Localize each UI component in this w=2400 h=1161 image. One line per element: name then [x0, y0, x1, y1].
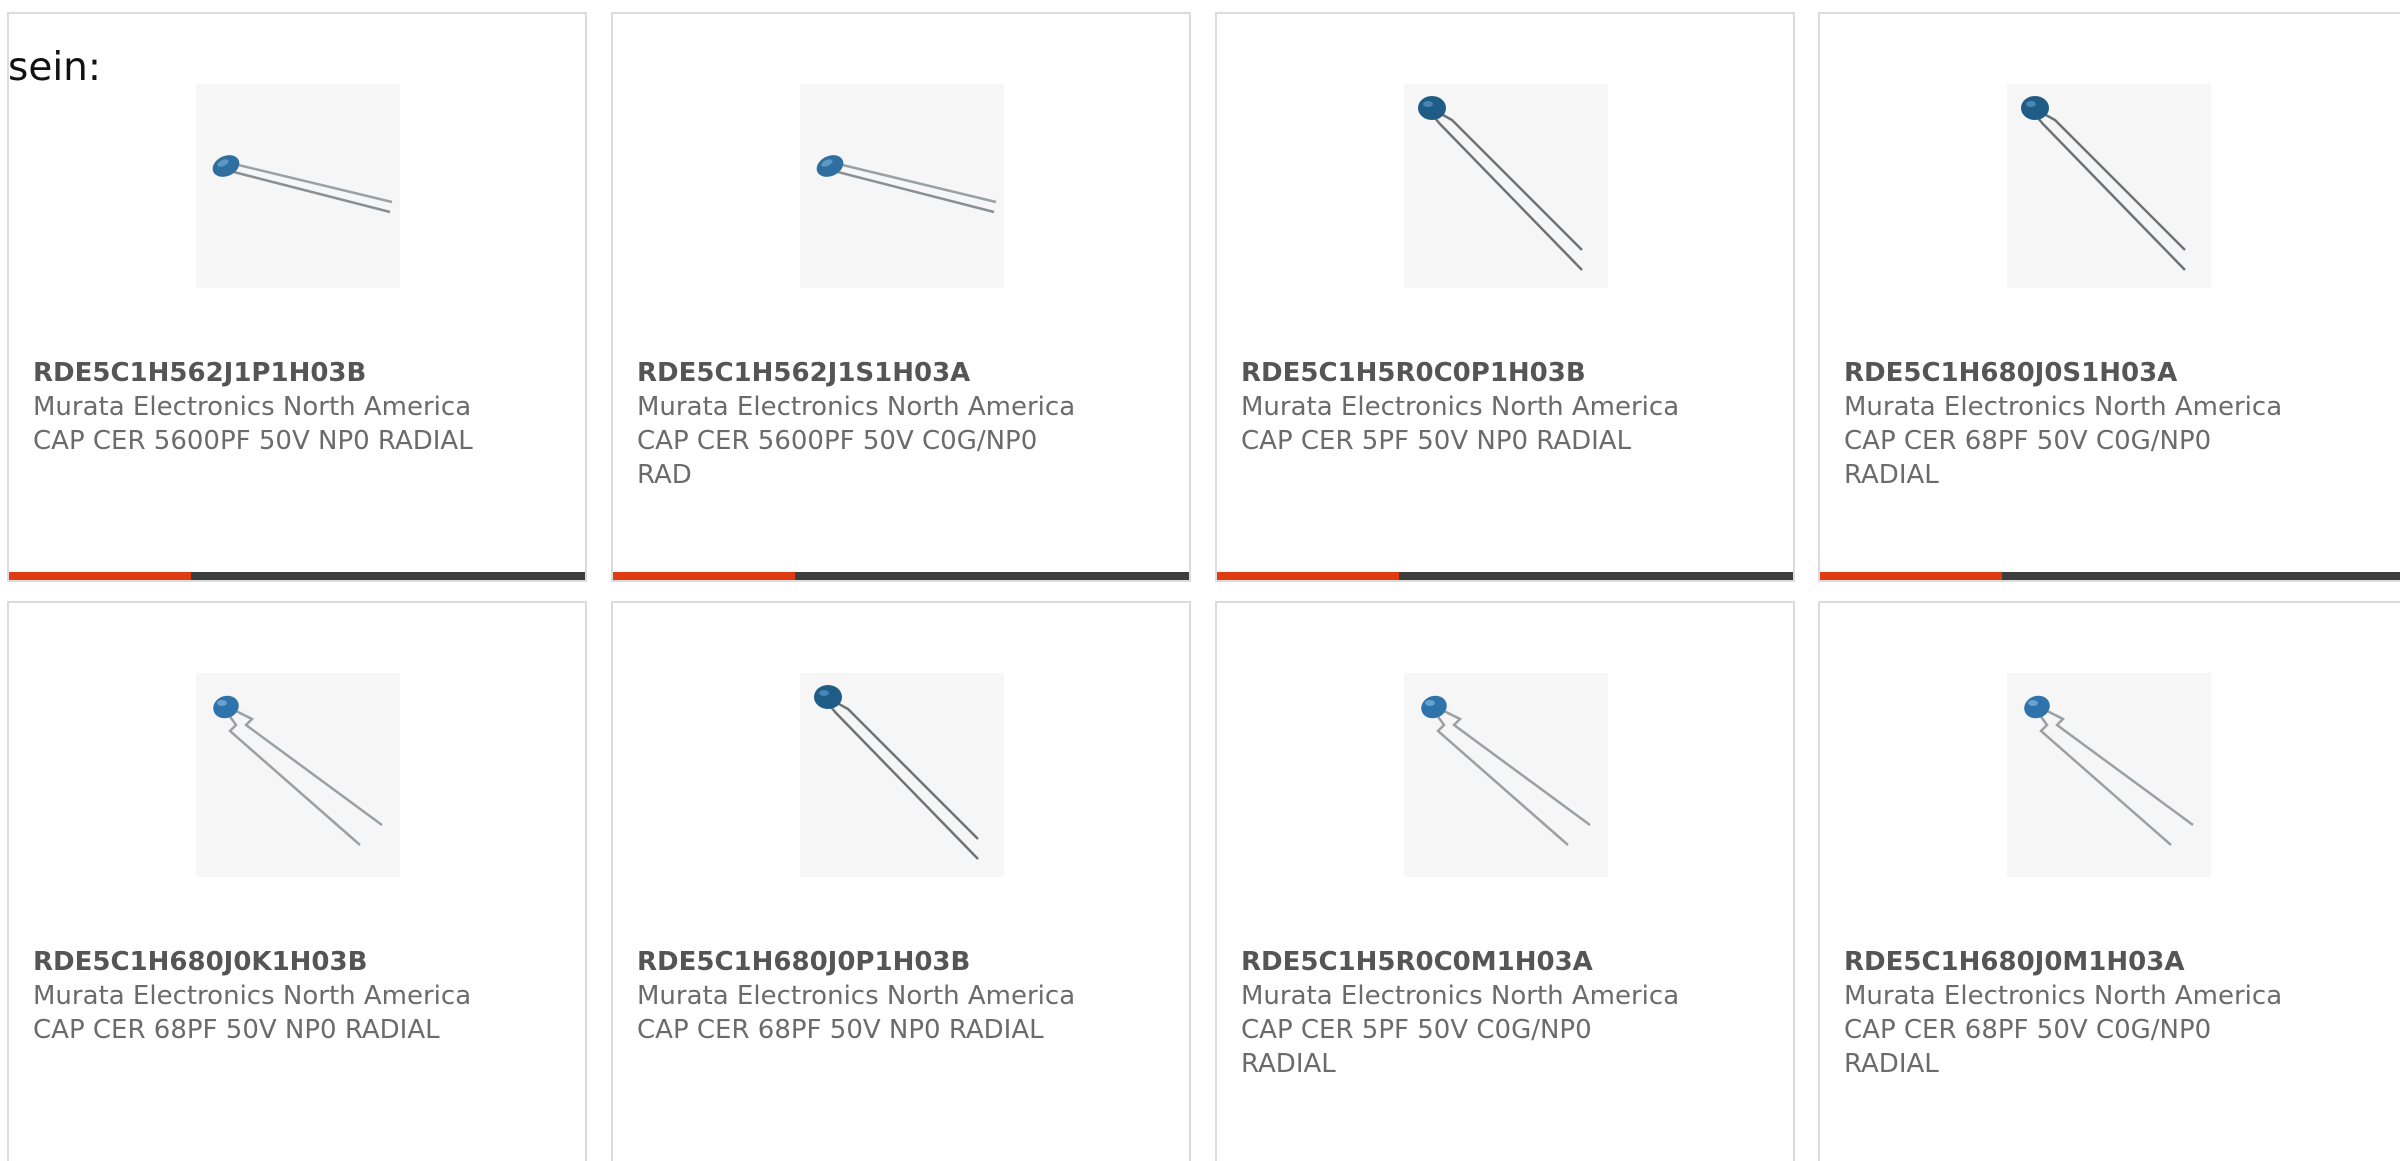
- manufacturer-name: Murata Electronics North America: [1844, 981, 2283, 1011]
- product-card[interactable]: RDE5C1H680J0K1H03B Murata Electronics No…: [7, 601, 587, 1161]
- product-description: CAP CER 68PF 50V C0G/NP0 RADIAL: [1844, 1015, 2212, 1079]
- card-accent-bar: [9, 572, 585, 580]
- manufacturer-name: Murata Electronics North America: [33, 981, 472, 1011]
- product-card[interactable]: RDE5C1H680J0M1H03A Murata Electronics No…: [1818, 601, 2400, 1161]
- capacitor-kinked-leads-image[interactable]: [2007, 673, 2211, 877]
- manufacturer-name: Murata Electronics North America: [637, 392, 1076, 422]
- manufacturer-name: Murata Electronics North America: [1844, 392, 2283, 422]
- product-card[interactable]: RDE5C1H680J0P1H03B Murata Electronics No…: [611, 601, 1191, 1161]
- capacitor-diagonal-image[interactable]: [2007, 84, 2211, 288]
- capacitor-kinked-leads-image[interactable]: [196, 673, 400, 877]
- part-number[interactable]: RDE5C1H680J0K1H03B: [33, 945, 473, 979]
- product-description: CAP CER 5600PF 50V NP0 RADIAL: [33, 426, 473, 456]
- product-card[interactable]: RDE5C1H680J0S1H03A Murata Electronics No…: [1818, 12, 2400, 582]
- product-description: CAP CER 68PF 50V C0G/NP0 RADIAL: [1844, 426, 2212, 490]
- lead-text: sein:: [8, 45, 102, 90]
- card-accent-bar: [613, 572, 1189, 580]
- manufacturer-name: Murata Electronics North America: [1241, 981, 1680, 1011]
- product-description: CAP CER 68PF 50V NP0 RADIAL: [637, 1015, 1044, 1045]
- product-description: CAP CER 5PF 50V C0G/NP0 RADIAL: [1241, 1015, 1592, 1079]
- part-number[interactable]: RDE5C1H680J0S1H03A: [1844, 356, 2284, 390]
- product-description: CAP CER 5600PF 50V C0G/NP0 RAD: [637, 426, 1038, 490]
- product-description: CAP CER 68PF 50V NP0 RADIAL: [33, 1015, 440, 1045]
- capacitor-diagonal-image[interactable]: [800, 673, 1004, 877]
- part-number[interactable]: RDE5C1H680J0M1H03A: [1844, 945, 2284, 979]
- part-number[interactable]: RDE5C1H562J1S1H03A: [637, 356, 1077, 390]
- product-card[interactable]: RDE5C1H5R0C0M1H03A Murata Electronics No…: [1215, 601, 1795, 1161]
- capacitor-horizontal-image[interactable]: [800, 84, 1004, 288]
- product-card[interactable]: RDE5C1H562J1S1H03A Murata Electronics No…: [611, 12, 1191, 582]
- card-accent-bar: [1820, 572, 2400, 580]
- product-card[interactable]: RDE5C1H5R0C0P1H03B Murata Electronics No…: [1215, 12, 1795, 582]
- product-description: CAP CER 5PF 50V NP0 RADIAL: [1241, 426, 1632, 456]
- part-number[interactable]: RDE5C1H5R0C0P1H03B: [1241, 356, 1681, 390]
- manufacturer-name: Murata Electronics North America: [1241, 392, 1680, 422]
- part-number[interactable]: RDE5C1H680J0P1H03B: [637, 945, 1077, 979]
- card-accent-bar: [1217, 572, 1793, 580]
- manufacturer-name: Murata Electronics North America: [33, 392, 472, 422]
- part-number[interactable]: RDE5C1H5R0C0M1H03A: [1241, 945, 1681, 979]
- capacitor-kinked-leads-image[interactable]: [1404, 673, 1608, 877]
- manufacturer-name: Murata Electronics North America: [637, 981, 1076, 1011]
- capacitor-diagonal-image[interactable]: [1404, 84, 1608, 288]
- product-card[interactable]: RDE5C1H562J1P1H03B Murata Electronics No…: [7, 12, 587, 582]
- capacitor-horizontal-image[interactable]: [196, 84, 400, 288]
- part-number[interactable]: RDE5C1H562J1P1H03B: [33, 356, 473, 390]
